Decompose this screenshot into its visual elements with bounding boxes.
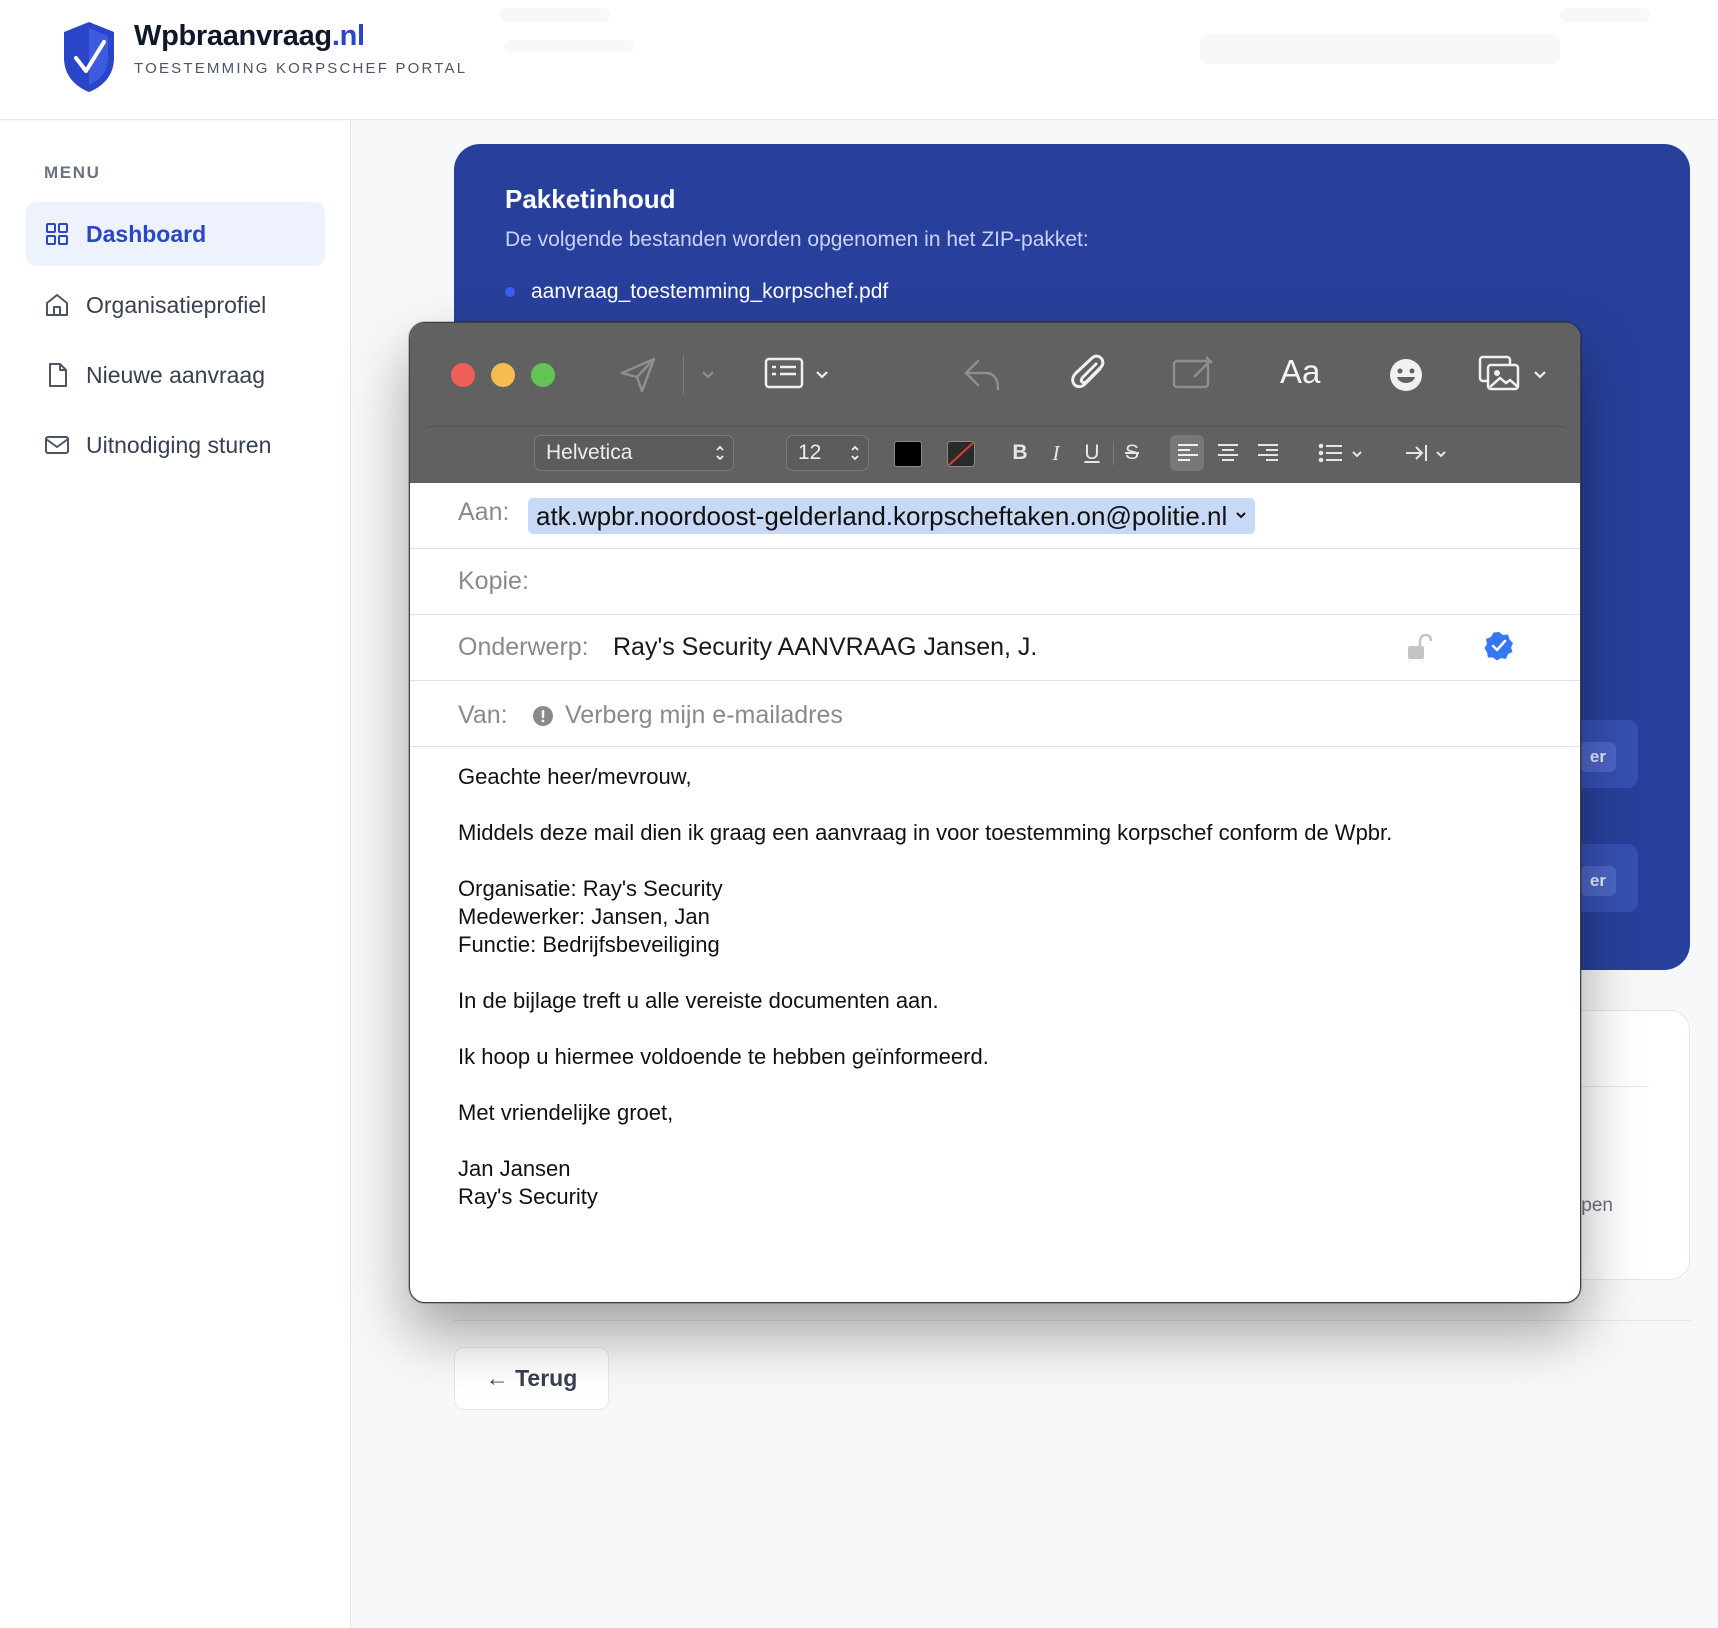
file-list-item: aanvraag_toestemming_korpschef.pdf — [505, 280, 888, 304]
subject-input[interactable]: Ray's Security AANVRAAG Jansen, J. — [613, 633, 1037, 662]
from-value[interactable]: Verberg mijn e-mailadres — [565, 701, 843, 730]
cc-label: Kopie: — [458, 567, 529, 595]
sidebar-item-nieuwe-aanvraag[interactable]: Nieuwe aanvraag — [26, 343, 325, 407]
message-body[interactable]: Geachte heer/mevrouw, Middels deze mail … — [410, 748, 1580, 1298]
body-attachments: In de bijlage treft u alle vereiste docu… — [458, 988, 939, 1013]
format-bar: Helvetica 12 B I U S — [410, 435, 1580, 479]
strikethrough-button[interactable]: S — [1118, 435, 1146, 471]
italic-button[interactable]: I — [1042, 435, 1070, 471]
chevron-down-icon[interactable] — [1434, 447, 1448, 461]
menu-label: MENU — [44, 163, 101, 182]
list-icon[interactable] — [1318, 442, 1344, 464]
sidebar-item-dashboard[interactable]: Dashboard — [26, 202, 325, 266]
font-family-select[interactable]: Helvetica — [534, 435, 734, 471]
indent-icon[interactable] — [1404, 442, 1430, 464]
chevron-down-icon[interactable] — [1532, 367, 1548, 383]
app-header: Wpbraanvraag.nl TOESTEMMING KORPSCHEF PO… — [0, 0, 1718, 120]
zoom-window-button[interactable] — [531, 363, 555, 387]
body-organisation: Organisatie: Ray's Security — [458, 876, 723, 901]
button-label-fragment: er — [1579, 866, 1616, 896]
mail-toolbar: Aa Helvetica 12 B I U S — [410, 323, 1580, 483]
font-size-select[interactable]: 12 — [786, 435, 869, 471]
reply-icon[interactable] — [962, 357, 1002, 393]
align-left-icon[interactable] — [1176, 442, 1200, 464]
chevron-down-icon[interactable] — [814, 367, 830, 383]
blurred-header-element — [1200, 34, 1560, 64]
signature-company: Ray's Security — [458, 1184, 598, 1209]
package-title: Pakketinhoud — [505, 184, 676, 214]
blurred-header-element — [500, 8, 610, 22]
recipient-address: atk.wpbr.noordoost-gelderland.korpscheft… — [536, 501, 1228, 531]
chevron-down-icon — [1236, 512, 1246, 519]
blurred-header-element — [1560, 8, 1650, 22]
unlocked-icon[interactable] — [1406, 633, 1432, 661]
recipient-token[interactable]: atk.wpbr.noordoost-gelderland.korpscheft… — [528, 498, 1256, 534]
document-icon — [49, 363, 67, 387]
font-family-value: Helvetica — [546, 441, 633, 464]
back-button[interactable]: ← Terug — [454, 1347, 609, 1410]
chevron-down-icon[interactable] — [700, 367, 716, 383]
select-arrows-icon — [851, 445, 859, 461]
alert-icon — [533, 706, 553, 726]
shield-logo-icon — [64, 22, 114, 92]
sidebar: MENU Dashboard Organisatieprofiel Nieuwe… — [0, 121, 351, 1628]
background-color-swatch[interactable] — [947, 441, 975, 467]
signature-name: Jan Jansen — [458, 1156, 571, 1181]
sidebar-item-uitnodiging-sturen[interactable]: Uitnodiging sturen — [26, 413, 325, 477]
mail-compose-window: Aa Helvetica 12 B I U S Aan: atk.wpbr.no… — [409, 322, 1581, 1303]
header-fields-icon[interactable] — [764, 357, 804, 391]
to-label: Aan: — [458, 498, 510, 526]
package-description: De volgende bestanden worden opgenomen i… — [505, 228, 1089, 251]
font-size-value: 12 — [798, 441, 822, 464]
minimize-window-button[interactable] — [491, 363, 515, 387]
body-function: Functie: Bedrijfsbeveiliging — [458, 932, 720, 957]
subject-label: Onderwerp: — [458, 633, 589, 661]
to-field[interactable]: Aan: atk.wpbr.noordoost-gelderland.korps… — [410, 483, 1580, 549]
file-name: aanvraag_toestemming_korpschef.pdf — [531, 280, 889, 303]
bold-button[interactable]: B — [1006, 435, 1034, 471]
subject-field[interactable]: Onderwerp: Ray's Security AANVRAAG Janse… — [410, 615, 1580, 681]
markup-icon[interactable] — [1172, 355, 1214, 391]
body-intro: Middels deze mail dien ik graag een aanv… — [458, 820, 1393, 845]
brand-name[interactable]: Wpbraanvraag.nl — [134, 20, 365, 53]
body-greeting: Geachte heer/mevrouw, — [458, 764, 692, 789]
select-arrows-icon — [716, 445, 724, 461]
underline-button[interactable]: U — [1078, 435, 1106, 471]
toolbar-divider — [426, 426, 1566, 427]
sidebar-item-label: Uitnodiging sturen — [86, 431, 272, 458]
grid-icon — [46, 223, 68, 245]
sidebar-item-organisatieprofiel[interactable]: Organisatieprofiel — [26, 273, 325, 337]
attachment-icon[interactable] — [1070, 353, 1108, 395]
mail-icon — [45, 436, 69, 454]
button-label-fragment: er — [1579, 742, 1616, 772]
send-icon[interactable] — [618, 355, 658, 395]
emoji-icon[interactable] — [1388, 357, 1424, 393]
format-separator — [1113, 441, 1114, 465]
brand-tld: .nl — [331, 20, 365, 52]
cc-field[interactable]: Kopie: — [410, 549, 1580, 615]
text-color-swatch[interactable] — [894, 441, 922, 467]
from-field[interactable]: Van: Verberg mijn e-mailadres — [410, 681, 1580, 747]
sidebar-item-label: Organisatieprofiel — [86, 291, 267, 318]
card-text-fragment: pen — [1581, 1195, 1613, 1216]
verified-icon[interactable] — [1484, 631, 1514, 661]
toolbar-separator — [683, 355, 684, 395]
photo-browser-icon[interactable] — [1478, 355, 1522, 393]
bullet-icon — [505, 287, 515, 297]
body-regards: Met vriendelijke groet, — [458, 1100, 674, 1125]
sidebar-item-label: Dashboard — [86, 220, 207, 247]
font-panel-button[interactable]: Aa — [1280, 353, 1320, 391]
content-divider — [454, 1320, 1690, 1321]
from-label: Van: — [458, 701, 508, 729]
align-right-icon[interactable] — [1256, 442, 1280, 464]
brand-subtitle: TOESTEMMING KORPSCHEF PORTAL — [134, 60, 468, 77]
sidebar-item-label: Nieuwe aanvraag — [86, 361, 266, 388]
chevron-down-icon[interactable] — [1350, 447, 1364, 461]
align-center-icon[interactable] — [1216, 442, 1240, 464]
blurred-header-element — [504, 40, 634, 52]
body-closing: Ik hoop u hiermee voldoende te hebben ge… — [458, 1044, 989, 1069]
close-window-button[interactable] — [451, 363, 475, 387]
body-employee: Medewerker: Jansen, Jan — [458, 904, 710, 929]
home-icon — [46, 294, 68, 316]
